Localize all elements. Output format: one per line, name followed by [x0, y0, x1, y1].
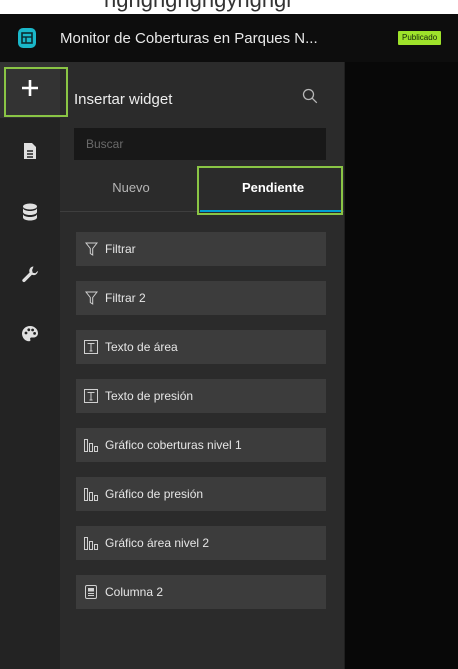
widget-item-label: Texto de presión [105, 389, 194, 403]
widget-item-grafico-area[interactable]: Gráfico área nivel 2 [76, 526, 326, 560]
widget-item-texto-presion[interactable]: Texto de presión [76, 379, 326, 413]
tab-nuevo[interactable]: Nuevo [60, 164, 202, 211]
filter-icon [84, 291, 98, 305]
builder-canvas[interactable] [344, 62, 458, 669]
widget-item-grafico-coberturas[interactable]: Gráfico coberturas nivel 1 [76, 428, 326, 462]
app-header: Monitor de Coberturas en Parques N... Pu… [0, 14, 458, 62]
widget-item-label: Filtrar 2 [105, 291, 146, 305]
widget-item-columna-2[interactable]: Columna 2 [76, 575, 326, 609]
wrench-icon [21, 265, 39, 288]
widget-item-label: Gráfico coberturas nivel 1 [105, 438, 242, 452]
widget-item-filtrar-2[interactable]: Filtrar 2 [76, 281, 326, 315]
theme-button[interactable] [0, 308, 60, 364]
page-button[interactable] [0, 125, 60, 181]
insert-widget-panel: Insertar widget Nuevo Pendiente Filtrar … [60, 62, 344, 669]
text-icon [84, 340, 98, 354]
widget-item-label: Gráfico área nivel 2 [105, 536, 210, 550]
panel-title: Insertar widget [74, 91, 173, 108]
data-button[interactable] [0, 186, 60, 242]
column-icon [84, 585, 98, 599]
widget-item-label: Gráfico de presión [105, 487, 204, 501]
highlight-insert-button [4, 67, 68, 117]
text-icon [84, 389, 98, 403]
widget-item-label: Texto de área [105, 340, 178, 354]
app-logo-icon[interactable] [18, 28, 36, 48]
widget-item-grafico-presion[interactable]: Gráfico de presión [76, 477, 326, 511]
search-input[interactable] [74, 128, 326, 160]
widget-item-label: Columna 2 [105, 585, 164, 599]
top-clipped-strip: ngngngngngyngngi [0, 0, 458, 14]
widget-item-label: Filtrar [105, 242, 136, 256]
bar-chart-icon [84, 536, 98, 550]
palette-icon [21, 325, 39, 348]
highlight-pendiente-tab [197, 166, 343, 215]
tools-button[interactable] [0, 248, 60, 304]
page-icon [23, 142, 37, 165]
clipped-text: ngngngngngyngngi [104, 0, 291, 13]
search-icon[interactable] [302, 88, 318, 109]
bar-chart-icon [84, 487, 98, 501]
widget-item-filtrar[interactable]: Filtrar [76, 232, 326, 266]
widget-item-texto-area[interactable]: Texto de área [76, 330, 326, 364]
left-rail [0, 62, 60, 669]
app-title[interactable]: Monitor de Coberturas en Parques N... [60, 30, 318, 47]
bar-chart-icon [84, 438, 98, 452]
filter-icon [84, 242, 98, 256]
status-badge: Publicado [398, 31, 442, 45]
data-icon [22, 203, 38, 226]
